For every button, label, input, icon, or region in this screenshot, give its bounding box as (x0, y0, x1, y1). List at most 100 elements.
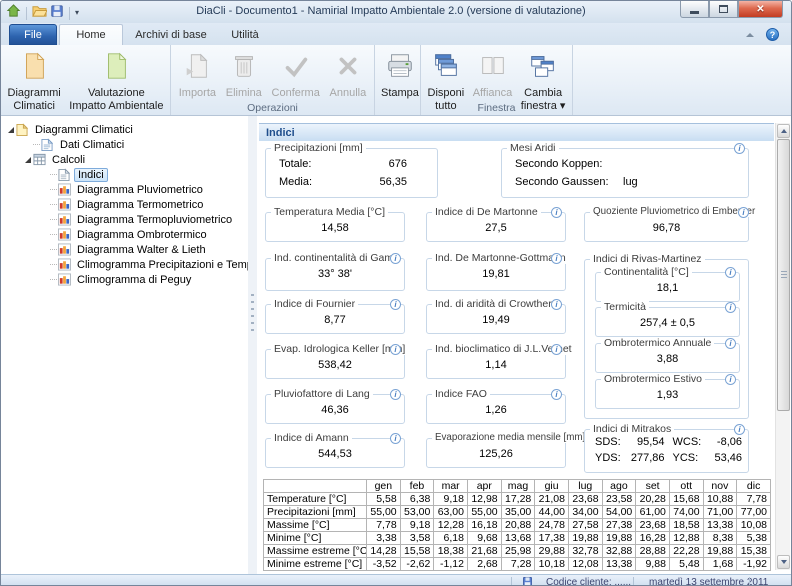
value-cell: 55,00 (467, 506, 501, 519)
app-window: ▾ DiaCli - Documento1 - Namirial Impatto… (0, 0, 792, 586)
scroll-down-button[interactable] (777, 555, 790, 569)
info-icon[interactable] (551, 253, 562, 264)
diagrammi-climatici-button[interactable]: Diagrammi Climatici (4, 48, 65, 114)
value-cell: 5,48 (669, 558, 703, 571)
tree-item[interactable]: Indici (1, 167, 248, 182)
tree-item[interactable]: Calcoli (1, 152, 248, 167)
panel-title: Indici (259, 123, 774, 141)
elimina-button[interactable]: Elimina (222, 48, 266, 102)
info-icon[interactable] (725, 338, 736, 349)
value-cell: 12,98 (467, 493, 501, 506)
scrollbar-thumb[interactable] (777, 139, 790, 411)
button-label: Conferma (272, 87, 320, 100)
save-status-icon (522, 576, 533, 585)
valutazione-impatto-button[interactable]: Valutazione Impatto Ambientale (65, 48, 167, 114)
value-cell: 25,98 (501, 545, 535, 558)
importa-button[interactable]: Importa (175, 48, 220, 102)
value-cell: 23,68 (568, 493, 602, 506)
doc-icon (58, 168, 74, 182)
tree-item[interactable]: Diagramma Pluviometrico (1, 182, 248, 197)
tab-archivi-di-base[interactable]: Archivi di base (125, 24, 217, 45)
conferma-button[interactable]: Conferma (268, 48, 324, 102)
tab-file[interactable]: File (9, 24, 57, 45)
field-label: Secondo Koppen: (515, 158, 623, 170)
box-label: Indice di De Martonne (432, 206, 541, 218)
splitter-handle[interactable] (248, 116, 257, 576)
info-icon[interactable] (551, 207, 562, 218)
tree-item[interactable]: Diagramma Termopluviometrico (1, 212, 248, 227)
month-column-header: mag (501, 480, 535, 493)
group-label-finestra: Finestra (421, 102, 572, 114)
tree-item[interactable]: Diagramma Termometrico (1, 197, 248, 212)
month-column-header: mar (434, 480, 468, 493)
info-icon[interactable] (725, 374, 736, 385)
value-cell: 5,58 (367, 493, 401, 506)
tree-item[interactable]: Climogramma di Peguy (1, 272, 248, 287)
maximize-button[interactable] (709, 1, 738, 18)
value-cell: 5,38 (737, 532, 771, 545)
annulla-button[interactable]: Annulla (326, 48, 371, 102)
group-label-operazioni: Operazioni (171, 102, 374, 114)
info-icon[interactable] (551, 299, 562, 310)
info-icon[interactable] (725, 267, 736, 278)
row-label-cell: Massime estreme [°C] (264, 545, 367, 558)
info-icon[interactable] (734, 143, 745, 154)
button-label: Diagrammi Climatici (8, 87, 61, 112)
info-icon[interactable] (738, 207, 749, 218)
box-value: 125,26 (427, 448, 565, 460)
tree-item[interactable]: Diagrammi Climatici (1, 122, 248, 137)
qat-separator (69, 7, 70, 20)
close-button[interactable]: ✕ (738, 1, 783, 18)
info-icon[interactable] (390, 433, 401, 444)
value-cell: 6,38 (400, 493, 434, 506)
value-cell: 20,88 (501, 519, 535, 532)
scroll-up-button[interactable] (777, 124, 790, 138)
field-value: 53,46 (706, 452, 742, 464)
box-emberger: Quoziente Pluviometrico di Emberger 96,7… (584, 212, 749, 242)
info-icon[interactable] (390, 344, 401, 355)
expand-arrow-icon[interactable] (5, 126, 16, 134)
value-cell: 8,38 (703, 532, 737, 545)
button-label: Annulla (330, 87, 367, 100)
info-icon[interactable] (390, 253, 401, 264)
help-button[interactable]: ? (766, 28, 779, 41)
box-amann: Indice di Amann 544,53 (265, 438, 405, 468)
minimize-button[interactable] (680, 1, 709, 18)
info-icon[interactable] (734, 424, 745, 435)
field-value: 277,86 (624, 452, 665, 464)
collapse-ribbon-icon[interactable] (746, 32, 754, 37)
tree-item[interactable]: Climogramma Precipitazioni e Temperature (1, 257, 248, 272)
tree-item[interactable]: Diagramma Ombrotermico (1, 227, 248, 242)
home-icon[interactable] (6, 3, 21, 23)
vertical-scrollbar[interactable] (775, 123, 790, 570)
box-rivas-continentalita: Continentalità [°C] 18,1 (595, 272, 740, 302)
qat-dropdown-icon[interactable]: ▾ (75, 9, 79, 17)
value-cell: 61,00 (636, 506, 670, 519)
value-cell: 22,28 (669, 545, 703, 558)
info-icon[interactable] (390, 389, 401, 400)
open-folder-icon[interactable] (32, 3, 47, 23)
tab-home[interactable]: Home (59, 24, 123, 45)
field-label: YDS: (595, 452, 624, 464)
status-date: martedì 13 settembre 2011 (649, 577, 768, 585)
info-icon[interactable] (725, 302, 736, 313)
info-icon[interactable] (390, 299, 401, 310)
box-value: 96,78 (585, 222, 748, 234)
box-precipitazioni: Precipitazioni [mm] Totale:676 Media:56,… (265, 148, 438, 198)
tab-utilita[interactable]: Utilità (219, 24, 271, 45)
tree-item[interactable]: Dati Climatici (1, 137, 248, 152)
value-cell: 13,68 (501, 532, 535, 545)
tree-item[interactable]: Diagramma Walter & Lieth (1, 242, 248, 257)
box-value: 19,81 (427, 268, 565, 280)
month-column-header: gen (367, 480, 401, 493)
box-rivas-termicita: Termicità 257,4 ± 0,5 (595, 307, 740, 337)
affianca-button[interactable]: Affianca (469, 48, 517, 102)
info-icon[interactable] (551, 344, 562, 355)
save-icon[interactable] (50, 4, 64, 23)
stampa-button[interactable]: Stampa (377, 48, 423, 102)
expand-arrow-icon[interactable] (22, 156, 33, 164)
value-cell: 29,88 (535, 545, 569, 558)
value-cell: 23,68 (636, 519, 670, 532)
table-row: Precipitazioni [mm]55,0053,0063,0055,003… (264, 506, 771, 519)
info-icon[interactable] (551, 389, 562, 400)
